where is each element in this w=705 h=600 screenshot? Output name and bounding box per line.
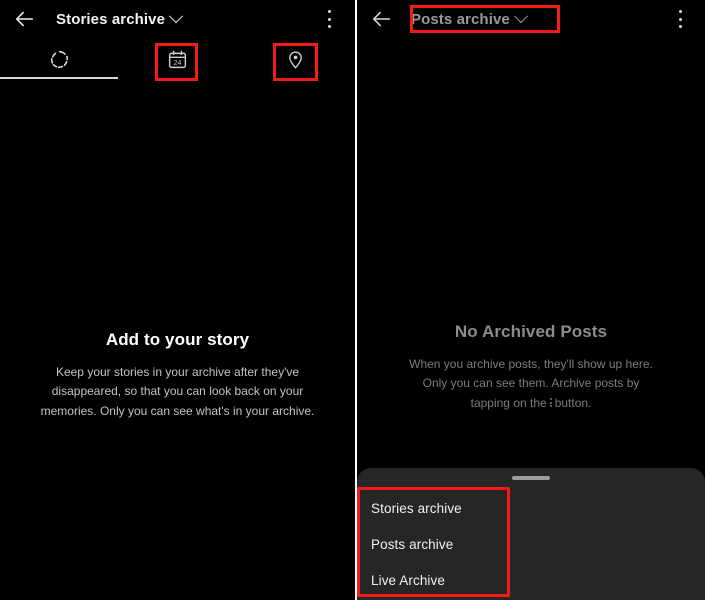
sheet-item-label: Stories archive bbox=[371, 500, 462, 516]
sheet-item-label: Posts archive bbox=[371, 536, 454, 552]
sheet-item-label: Live Archive bbox=[371, 572, 445, 588]
tab-stories-grid[interactable] bbox=[0, 40, 118, 78]
kebab-dot bbox=[678, 17, 682, 21]
left-appbar: Stories archive bbox=[0, 0, 355, 38]
kebab-dot bbox=[327, 17, 331, 21]
archive-tabstrip: 24 bbox=[0, 40, 355, 78]
right-page-title[interactable]: Posts archive bbox=[411, 9, 528, 28]
tab-calendar[interactable]: 24 bbox=[118, 40, 236, 78]
right-page-title-text: Posts archive bbox=[411, 10, 510, 28]
sheet-item-posts-archive[interactable]: Posts archive bbox=[357, 526, 705, 562]
active-tab-indicator bbox=[0, 77, 118, 79]
svg-text:24: 24 bbox=[174, 59, 182, 66]
left-overflow-menu-button[interactable] bbox=[320, 9, 338, 29]
chevron-down-icon bbox=[513, 9, 528, 24]
stories-empty-body: Keep your stories in your archive after … bbox=[40, 365, 315, 418]
posts-empty-title: No Archived Posts bbox=[454, 322, 608, 341]
location-pin-icon bbox=[289, 50, 303, 69]
kebab-dot bbox=[327, 25, 331, 28]
drag-handle[interactable] bbox=[512, 476, 550, 480]
arrow-left-icon[interactable] bbox=[365, 2, 399, 36]
posts-archive-panel: Posts archive No Archived Posts When you… bbox=[357, 0, 705, 600]
archive-options-list: Stories archive Posts archive Live Archi… bbox=[357, 490, 705, 598]
left-page-title[interactable]: Stories archive bbox=[56, 9, 184, 28]
stories-circle-icon bbox=[50, 50, 68, 68]
sheet-item-stories-archive[interactable]: Stories archive bbox=[357, 490, 705, 526]
tab-location-map[interactable] bbox=[237, 40, 355, 78]
sheet-item-live-archive[interactable]: Live Archive bbox=[357, 562, 705, 598]
kebab-dot bbox=[678, 25, 682, 28]
calendar-24-icon: 24 bbox=[168, 50, 187, 68]
posts-empty-body: When you archive posts, they'll show up … bbox=[409, 355, 653, 413]
left-page-title-text: Stories archive bbox=[56, 10, 166, 28]
kebab-dot bbox=[327, 10, 331, 13]
stories-empty-state: Add to your story Keep your stories in y… bbox=[0, 330, 355, 421]
chevron-down-icon bbox=[168, 9, 184, 24]
posts-empty-body-part2: button. bbox=[554, 395, 592, 410]
right-appbar: Posts archive bbox=[357, 0, 705, 38]
arrow-left-icon[interactable] bbox=[8, 2, 42, 36]
right-overflow-menu-button[interactable] bbox=[671, 9, 689, 29]
kebab-dot bbox=[678, 10, 682, 13]
posts-empty-body-part1: When you archive posts, they'll show up … bbox=[409, 357, 653, 410]
screenshot-root: Stories archive 24 Add to your story Kee… bbox=[0, 0, 705, 600]
archive-selector-bottom-sheet: Stories archive Posts archive Live Archi… bbox=[357, 468, 705, 600]
stories-empty-title: Add to your story bbox=[105, 330, 250, 349]
stories-archive-panel: Stories archive 24 Add to your story Kee… bbox=[0, 0, 355, 600]
posts-empty-state: No Archived Posts When you archive posts… bbox=[357, 322, 705, 413]
inline-kebab-menu-icon bbox=[547, 398, 555, 408]
